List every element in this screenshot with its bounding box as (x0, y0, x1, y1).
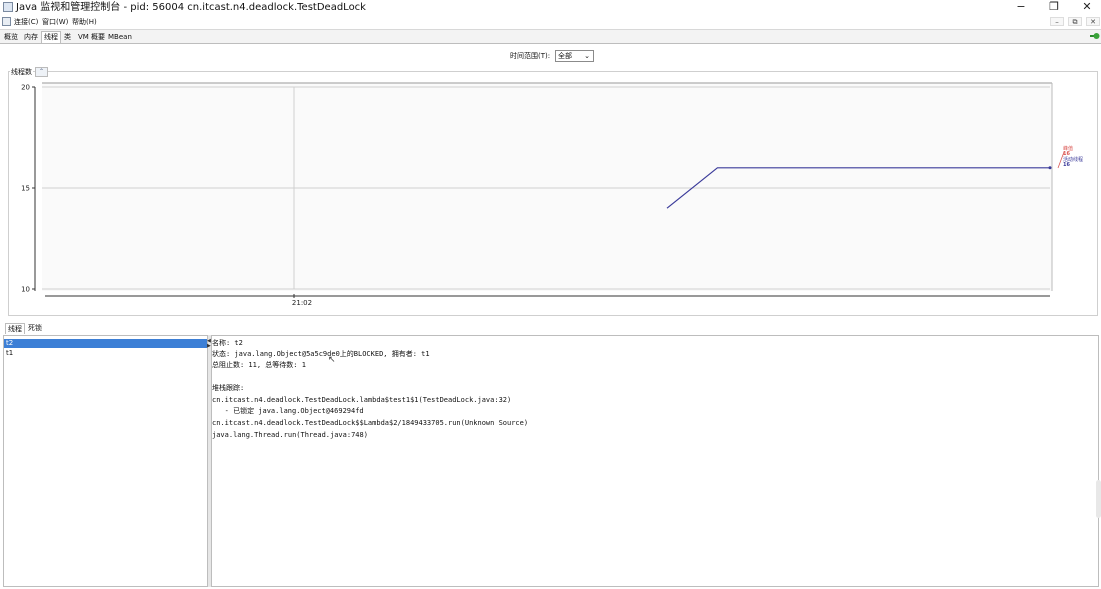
side-scroll-handle[interactable] (1096, 480, 1101, 518)
thread-list (3, 335, 208, 587)
stack-frame: cn.itcast.n4.deadlock.TestDeadLock.lambd… (212, 396, 512, 404)
thread-item-t2[interactable]: t2 (4, 339, 207, 348)
thread-counts-line: 总阻止数: 11, 总等待数: 1 (212, 361, 306, 369)
x-tick-label: 21:02 (292, 299, 312, 307)
y-tick-label: 15 (21, 185, 30, 193)
stack-frame: cn.itcast.n4.deadlock.TestDeadLock$$Lamb… (212, 419, 529, 427)
subtab-threads[interactable]: 线程 (5, 323, 25, 334)
stack-frame-locked: - 已锁定 java.lang.Object@469294fd (212, 407, 364, 415)
thread-item-t1[interactable]: t1 (4, 349, 207, 358)
thread-detail-panel (211, 335, 1099, 587)
y-tick-label: 20 (21, 84, 30, 92)
legend-value: 16 (1063, 162, 1070, 168)
thread-state-line: 状态: java.lang.Object@5a5c9de0上的BLOCKED, … (212, 350, 430, 358)
y-tick-label: 10 (21, 286, 30, 294)
plot-background (42, 83, 1052, 291)
thread-count-chart: 10152021:02峰值16活动线程16 (21, 82, 1083, 307)
stack-trace-header: 堆栈跟踪: (212, 384, 245, 392)
stack-frame: java.lang.Thread.run(Thread.java:748) (212, 431, 368, 439)
mouse-cursor-icon: ↖ (328, 355, 336, 365)
thread-name-line: 名称: t2 (212, 339, 243, 347)
series-end-point (1048, 166, 1052, 170)
subtab-deadlock[interactable]: 死锁 (26, 323, 44, 333)
